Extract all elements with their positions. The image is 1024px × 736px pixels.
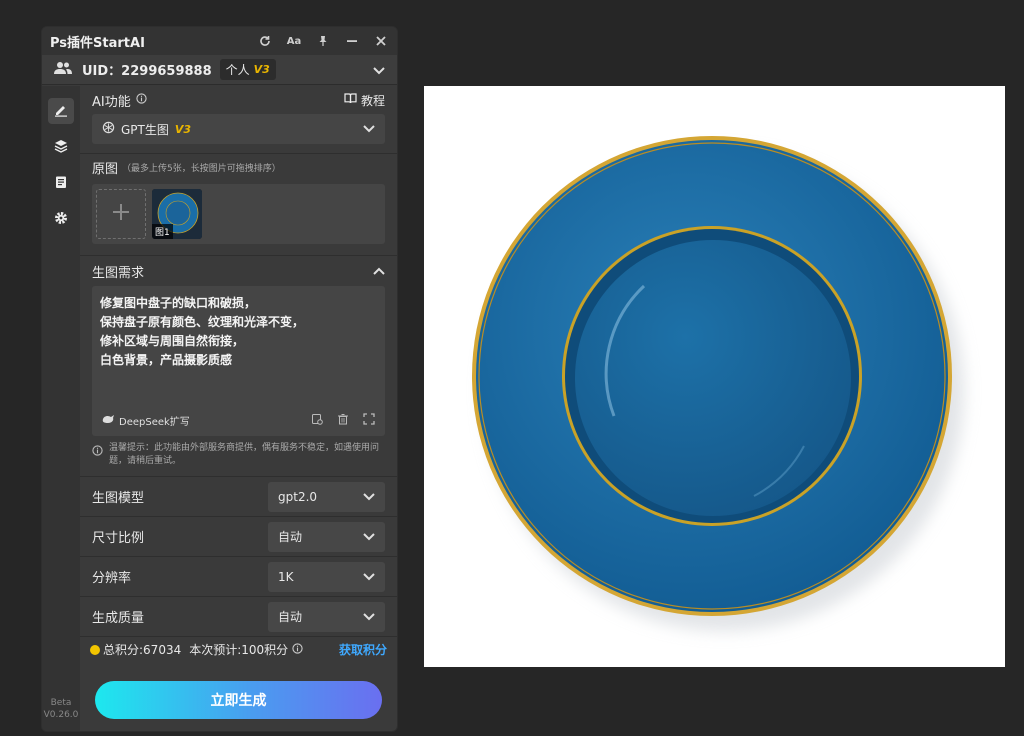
source-images-box: 图1 xyxy=(92,184,385,244)
total-points: 总积分:67034 xyxy=(103,643,182,657)
ai-feature-label: AI功能 xyxy=(92,94,131,110)
history-icon[interactable] xyxy=(311,413,323,428)
info-icon[interactable] xyxy=(136,92,147,108)
ai-feature-select[interactable]: GPT生图 V3 xyxy=(92,114,385,144)
option-resolution-row: 分辨率 1K xyxy=(80,556,397,596)
options-list: 生图模型 gpt2.0 尺寸比例 自动 分辨率 1K 生成质量 自动 xyxy=(80,476,397,636)
chevron-down-icon xyxy=(363,490,375,504)
option-quality-row: 生成质量 自动 xyxy=(80,596,397,636)
rail-edit-button[interactable] xyxy=(48,98,74,124)
side-rail: Beta V0.26.0 xyxy=(42,86,80,731)
prompt-label: 生图需求 xyxy=(92,265,145,281)
rail-settings-button[interactable] xyxy=(48,206,74,232)
option-model-row: 生图模型 gpt2.0 xyxy=(80,476,397,516)
chevron-down-icon[interactable] xyxy=(373,60,385,79)
source-images-header: 原图 （最多上传5张，长按图片可拖拽排序） xyxy=(80,154,397,180)
generate-button[interactable]: 立即生成 xyxy=(95,681,382,719)
clipboard-icon xyxy=(54,174,68,193)
ai-feature-tier: V3 xyxy=(174,122,192,136)
tutorial-link[interactable]: 教程 xyxy=(344,92,385,109)
chevron-up-icon[interactable] xyxy=(373,267,385,275)
get-points-link[interactable]: 获取积分 xyxy=(339,641,387,658)
quality-select[interactable]: 自动 xyxy=(268,601,385,632)
account-tier: V3 xyxy=(253,63,270,76)
pin-icon[interactable] xyxy=(315,33,331,49)
info-icon xyxy=(92,445,103,468)
trash-icon[interactable] xyxy=(337,413,349,428)
title-bar[interactable]: Ps插件StartAI Aa xyxy=(42,27,397,55)
chevron-down-icon xyxy=(363,570,375,584)
service-notice-text: 温馨提示：此功能由外部服务商提供，偶有服务不稳定，如遇使用问题，请稍后重试。 xyxy=(109,443,380,466)
prompt-header[interactable]: 生图需求 xyxy=(80,256,397,286)
chevron-down-icon xyxy=(363,122,375,136)
info-icon[interactable] xyxy=(292,642,303,657)
add-image-button[interactable] xyxy=(96,189,146,239)
model-select[interactable]: gpt2.0 xyxy=(268,481,385,512)
account-type: 个人 xyxy=(225,63,250,77)
plus-icon xyxy=(111,199,131,229)
prompt-text[interactable]: 修复图中盘子的缺口和破损， 保持盘子原有颜色、纹理和光泽不变， 修补区域与周围自… xyxy=(92,286,385,378)
prompt-toolbar: DeepSeek扩写 xyxy=(102,413,375,428)
openai-icon xyxy=(102,121,115,137)
chevron-down-icon xyxy=(363,610,375,624)
plugin-panel: Ps插件StartAI Aa UID：2299659888 个人 V3 Beta… xyxy=(41,26,398,732)
rail-layers-button[interactable] xyxy=(48,134,74,160)
service-notice: 温馨提示：此功能由外部服务商提供，偶有服务不稳定，如遇使用问题，请稍后重试。 xyxy=(92,442,385,468)
font-size-icon[interactable]: Aa xyxy=(286,33,302,49)
points-bar: 总积分:67034 本次预计:100积分 获取积分 xyxy=(80,636,397,662)
rail-notes-button[interactable] xyxy=(48,170,74,196)
minimize-icon[interactable] xyxy=(344,33,360,49)
ai-feature-value: GPT生图 xyxy=(121,122,169,137)
fullscreen-icon[interactable] xyxy=(363,413,375,428)
estimated-points: 本次预计:100积分 xyxy=(189,643,289,657)
panel-content: AI功能 教程 GPT生图 V3 原图 （最多上传5张，长按图片可拖拽排序） 图… xyxy=(80,86,397,731)
document-canvas[interactable] xyxy=(424,86,1005,667)
layers-icon xyxy=(54,138,68,157)
source-image-thumb[interactable]: 图1 xyxy=(152,189,202,239)
ai-feature-header: AI功能 教程 xyxy=(80,86,397,114)
resolution-select[interactable]: 1K xyxy=(268,561,385,592)
version-label: Beta V0.26.0 xyxy=(43,698,79,720)
option-ratio-row: 尺寸比例 自动 xyxy=(80,516,397,556)
window-title: Ps插件StartAI xyxy=(50,35,145,51)
ratio-select[interactable]: 自动 xyxy=(268,521,385,552)
refresh-icon[interactable] xyxy=(257,33,273,49)
plate-image xyxy=(472,136,964,631)
source-images-hint: （最多上传5张，长按图片可拖拽排序） xyxy=(122,163,281,174)
account-type-badge: 个人 V3 xyxy=(219,59,276,80)
uid-text: UID：2299659888 xyxy=(82,64,212,79)
close-icon[interactable] xyxy=(373,33,389,49)
source-images-label: 原图 xyxy=(92,161,119,177)
gear-icon xyxy=(54,210,68,229)
account-bar[interactable]: UID：2299659888 个人 V3 xyxy=(42,55,397,85)
thumb-tag: 图1 xyxy=(152,224,173,239)
deepseek-expand-button[interactable]: DeepSeek扩写 xyxy=(102,413,190,428)
prompt-textarea[interactable]: 修复图中盘子的缺口和破损， 保持盘子原有颜色、纹理和光泽不变， 修补区域与周围自… xyxy=(92,286,385,436)
whale-icon xyxy=(102,414,115,427)
chevron-down-icon xyxy=(363,530,375,544)
coin-icon xyxy=(90,644,100,655)
book-icon xyxy=(344,93,357,107)
users-icon xyxy=(54,60,72,79)
pen-icon xyxy=(54,102,68,121)
